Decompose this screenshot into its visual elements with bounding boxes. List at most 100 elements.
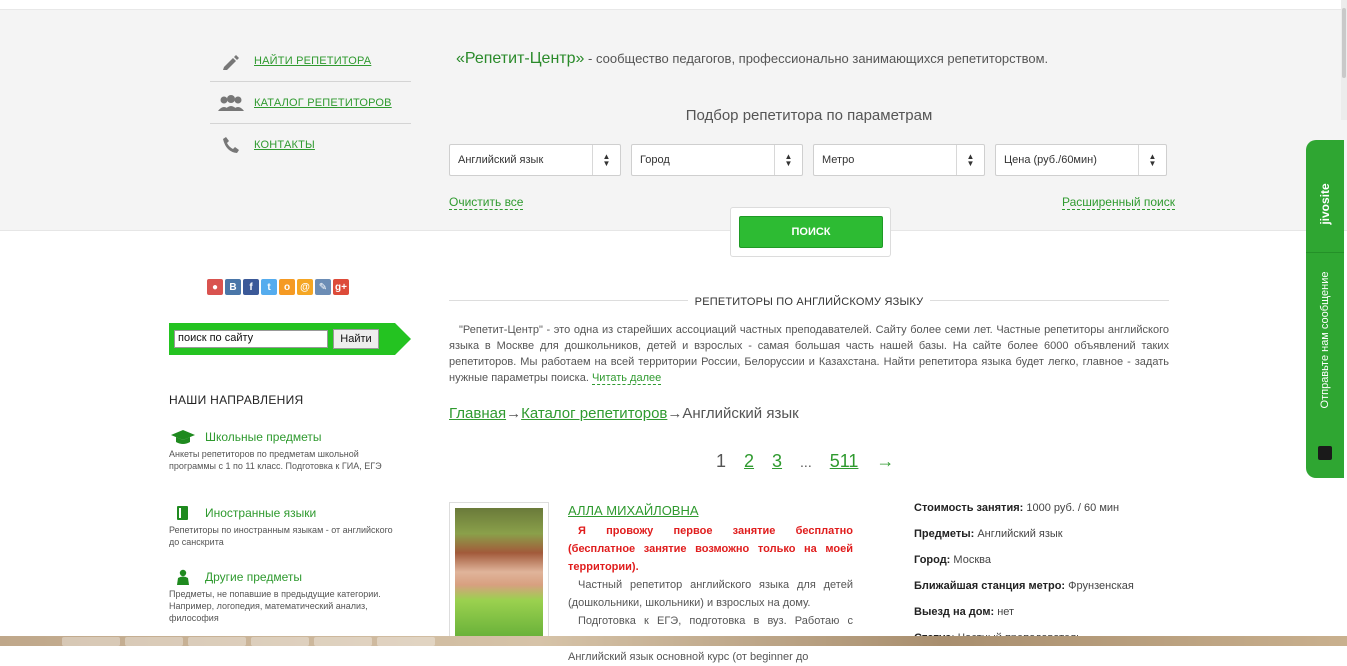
social-share-bar: ● Bf t о @ ✎ g+ [207, 279, 349, 295]
filter-title: Подбор репетитора по параметрам [685, 107, 933, 124]
taskbar-item[interactable] [377, 637, 435, 646]
advanced-search-link[interactable]: Расширенный поиск [1062, 195, 1175, 210]
detail-value: Фрунзенская [1068, 580, 1134, 592]
taskbar-item[interactable] [62, 637, 120, 646]
city-select-value: Город [640, 154, 670, 166]
taskbar-item[interactable] [314, 637, 372, 646]
direction-languages-link[interactable]: Иностранные языки [205, 506, 316, 520]
nav-item-catalog[interactable]: КАТАЛОГ РЕПЕТИТОРОВ [210, 82, 411, 124]
direction-other: Другие предметы Предметы, не попавшие в … [169, 568, 399, 624]
site-tagline: «Репетит-Центр» - сообщество педагогов, … [456, 50, 1048, 68]
detail-label: Ближайшая станция метро: [914, 580, 1066, 592]
page-link-3[interactable]: 3 [772, 451, 782, 472]
tutor-photo-image [455, 508, 543, 636]
page-link-2[interactable]: 2 [744, 451, 754, 472]
clear-all-link[interactable]: Очистить все [449, 195, 524, 210]
tutor-card: АЛЛА МИХАЙЛОВНА Я провожу первое занятие… [449, 502, 1169, 663]
updown-arrow-icon: ▲ ▼ [1138, 145, 1166, 175]
person-icon [169, 569, 197, 585]
filter-selects: Английский язык ▲ ▼ Город ▲ ▼ Метро ▲ ▼ Цена (… [449, 144, 1167, 176]
breadcrumb-home[interactable]: Главная [449, 405, 506, 422]
section-title: РЕПЕТИТОРЫ ПО АНГЛИЙСКОМУ ЯЗЫКУ [449, 292, 1169, 308]
site-search: поиск по сайту Найти [169, 323, 411, 355]
direction-other-link[interactable]: Другие предметы [205, 570, 302, 584]
intro-text: "Репетит-Центр" - это одна из старейших … [449, 322, 1169, 386]
taskbar-item[interactable] [251, 637, 309, 646]
detail-price: Стоимость занятия: 1000 руб. / 60 мин [914, 502, 1174, 528]
detail-label: Город: [914, 554, 951, 566]
scrollbar[interactable] [1341, 0, 1347, 120]
breadcrumb-catalog[interactable]: Каталог репетиторов [521, 405, 667, 422]
breadcrumb: Главная→Каталог репетиторов→Английский я… [449, 405, 799, 422]
pagination: 1 2 3 ... 511 → [716, 451, 912, 472]
direction-school-desc: Анкеты репетиторов по предметам школьной… [169, 449, 382, 471]
detail-metro: Ближайшая станция метро: Фрунзенская [914, 580, 1174, 606]
nav-link-catalog[interactable]: КАТАЛОГ РЕПЕТИТОРОВ [254, 97, 392, 109]
phone-icon [218, 135, 244, 155]
scrollbar-thumb[interactable] [1342, 8, 1346, 78]
updown-arrow-icon: ▲ ▼ [592, 145, 620, 175]
direction-languages-desc: Репетиторы по иностранным языкам - от ан… [169, 525, 393, 547]
price-select[interactable]: Цена (руб./60мин) ▲ ▼ [995, 144, 1167, 176]
os-taskbar [0, 636, 1347, 646]
page-link-last[interactable]: 511 [830, 451, 859, 472]
page-next-arrow[interactable]: → [876, 451, 894, 472]
chat-icon [1318, 446, 1332, 460]
nav-item-find-tutor[interactable]: НАЙТИ РЕПЕТИТОРА [210, 40, 411, 82]
page-ellipsis: ... [800, 453, 812, 470]
read-more-link[interactable]: Читать далее [591, 372, 662, 385]
breadcrumb-sep: → [667, 405, 683, 422]
section-title-text: РЕПЕТИТОРЫ ПО АНГЛИЙСКОМУ ЯЗЫКУ [687, 296, 931, 308]
vk-icon[interactable]: B [225, 279, 241, 295]
facebook-icon[interactable]: f [243, 279, 259, 295]
updown-arrow-icon: ▲ ▼ [774, 145, 802, 175]
updown-arrow-icon: ▲ ▼ [956, 145, 984, 175]
main-nav: НАЙТИ РЕПЕТИТОРА КАТАЛОГ РЕПЕТИТОРОВ КОН… [210, 40, 411, 166]
breadcrumb-current: Английский язык [682, 405, 799, 422]
detail-home-visit: Выезд на дом: нет [914, 606, 1174, 632]
mailru-icon[interactable]: @ [297, 279, 313, 295]
detail-subjects: Предметы: Английский язык [914, 528, 1174, 554]
page-current: 1 [716, 451, 727, 471]
people-icon [218, 93, 244, 113]
taskbar-item[interactable] [125, 637, 183, 646]
direction-school: Школьные предметы Анкеты репетиторов по … [169, 428, 399, 472]
nav-item-contacts[interactable]: КОНТАКТЫ [210, 124, 411, 166]
nav-link-find-tutor[interactable]: НАЙТИ РЕПЕТИТОРА [254, 55, 371, 67]
detail-value: Москва [953, 554, 991, 566]
book-icon [169, 505, 197, 521]
subject-select-value: Английский язык [458, 154, 544, 166]
metro-select-value: Метро [822, 154, 855, 166]
direction-languages: Иностранные языки Репетиторы по иностран… [169, 504, 399, 548]
detail-value: Английский язык [977, 528, 1063, 540]
tutor-details: Стоимость занятия: 1000 руб. / 60 мин Пр… [914, 502, 1174, 658]
header: НАЙТИ РЕПЕТИТОРА КАТАЛОГ РЕПЕТИТОРОВ КОН… [0, 10, 1347, 231]
twitter-icon[interactable]: t [261, 279, 277, 295]
brand-name: «Репетит-Центр» [456, 50, 585, 67]
detail-label: Выезд на дом: [914, 606, 995, 618]
odnoklassniki-icon[interactable]: о [279, 279, 295, 295]
tutor-photo[interactable] [449, 502, 549, 642]
direction-other-desc: Предметы, не попавшие в предыдущие катег… [169, 589, 381, 623]
site-search-input[interactable]: поиск по сайту [174, 330, 328, 348]
taskbar-item[interactable] [188, 637, 246, 646]
graduation-cap-icon [169, 429, 197, 445]
pen-icon [218, 51, 244, 71]
site-search-button[interactable]: Найти [333, 329, 379, 349]
search-button[interactable]: ПОИСК [739, 216, 883, 248]
direction-school-link[interactable]: Школьные предметы [205, 430, 322, 444]
livejournal-icon[interactable]: ✎ [315, 279, 331, 295]
search-button-wrap: ПОИСК [730, 207, 891, 257]
city-select[interactable]: Город ▲ ▼ [631, 144, 803, 176]
jivosite-message[interactable]: Отправьте нам сообщение [1319, 272, 1331, 409]
jivosite-brand: jivosite [1318, 183, 1332, 225]
top-bar [0, 0, 1347, 10]
tutor-name-link[interactable]: АЛЛА МИХАЙЛОВНА [568, 503, 699, 518]
googleplus-icon[interactable]: g+ [333, 279, 349, 295]
subject-select[interactable]: Английский язык ▲ ▼ [449, 144, 621, 176]
jivosite-chat-widget[interactable]: jivosite Отправьте нам сообщение [1306, 140, 1344, 478]
nav-link-contacts[interactable]: КОНТАКТЫ [254, 139, 315, 151]
price-select-value: Цена (руб./60мин) [1004, 154, 1097, 166]
share-icon[interactable]: ● [207, 279, 223, 295]
metro-select[interactable]: Метро ▲ ▼ [813, 144, 985, 176]
